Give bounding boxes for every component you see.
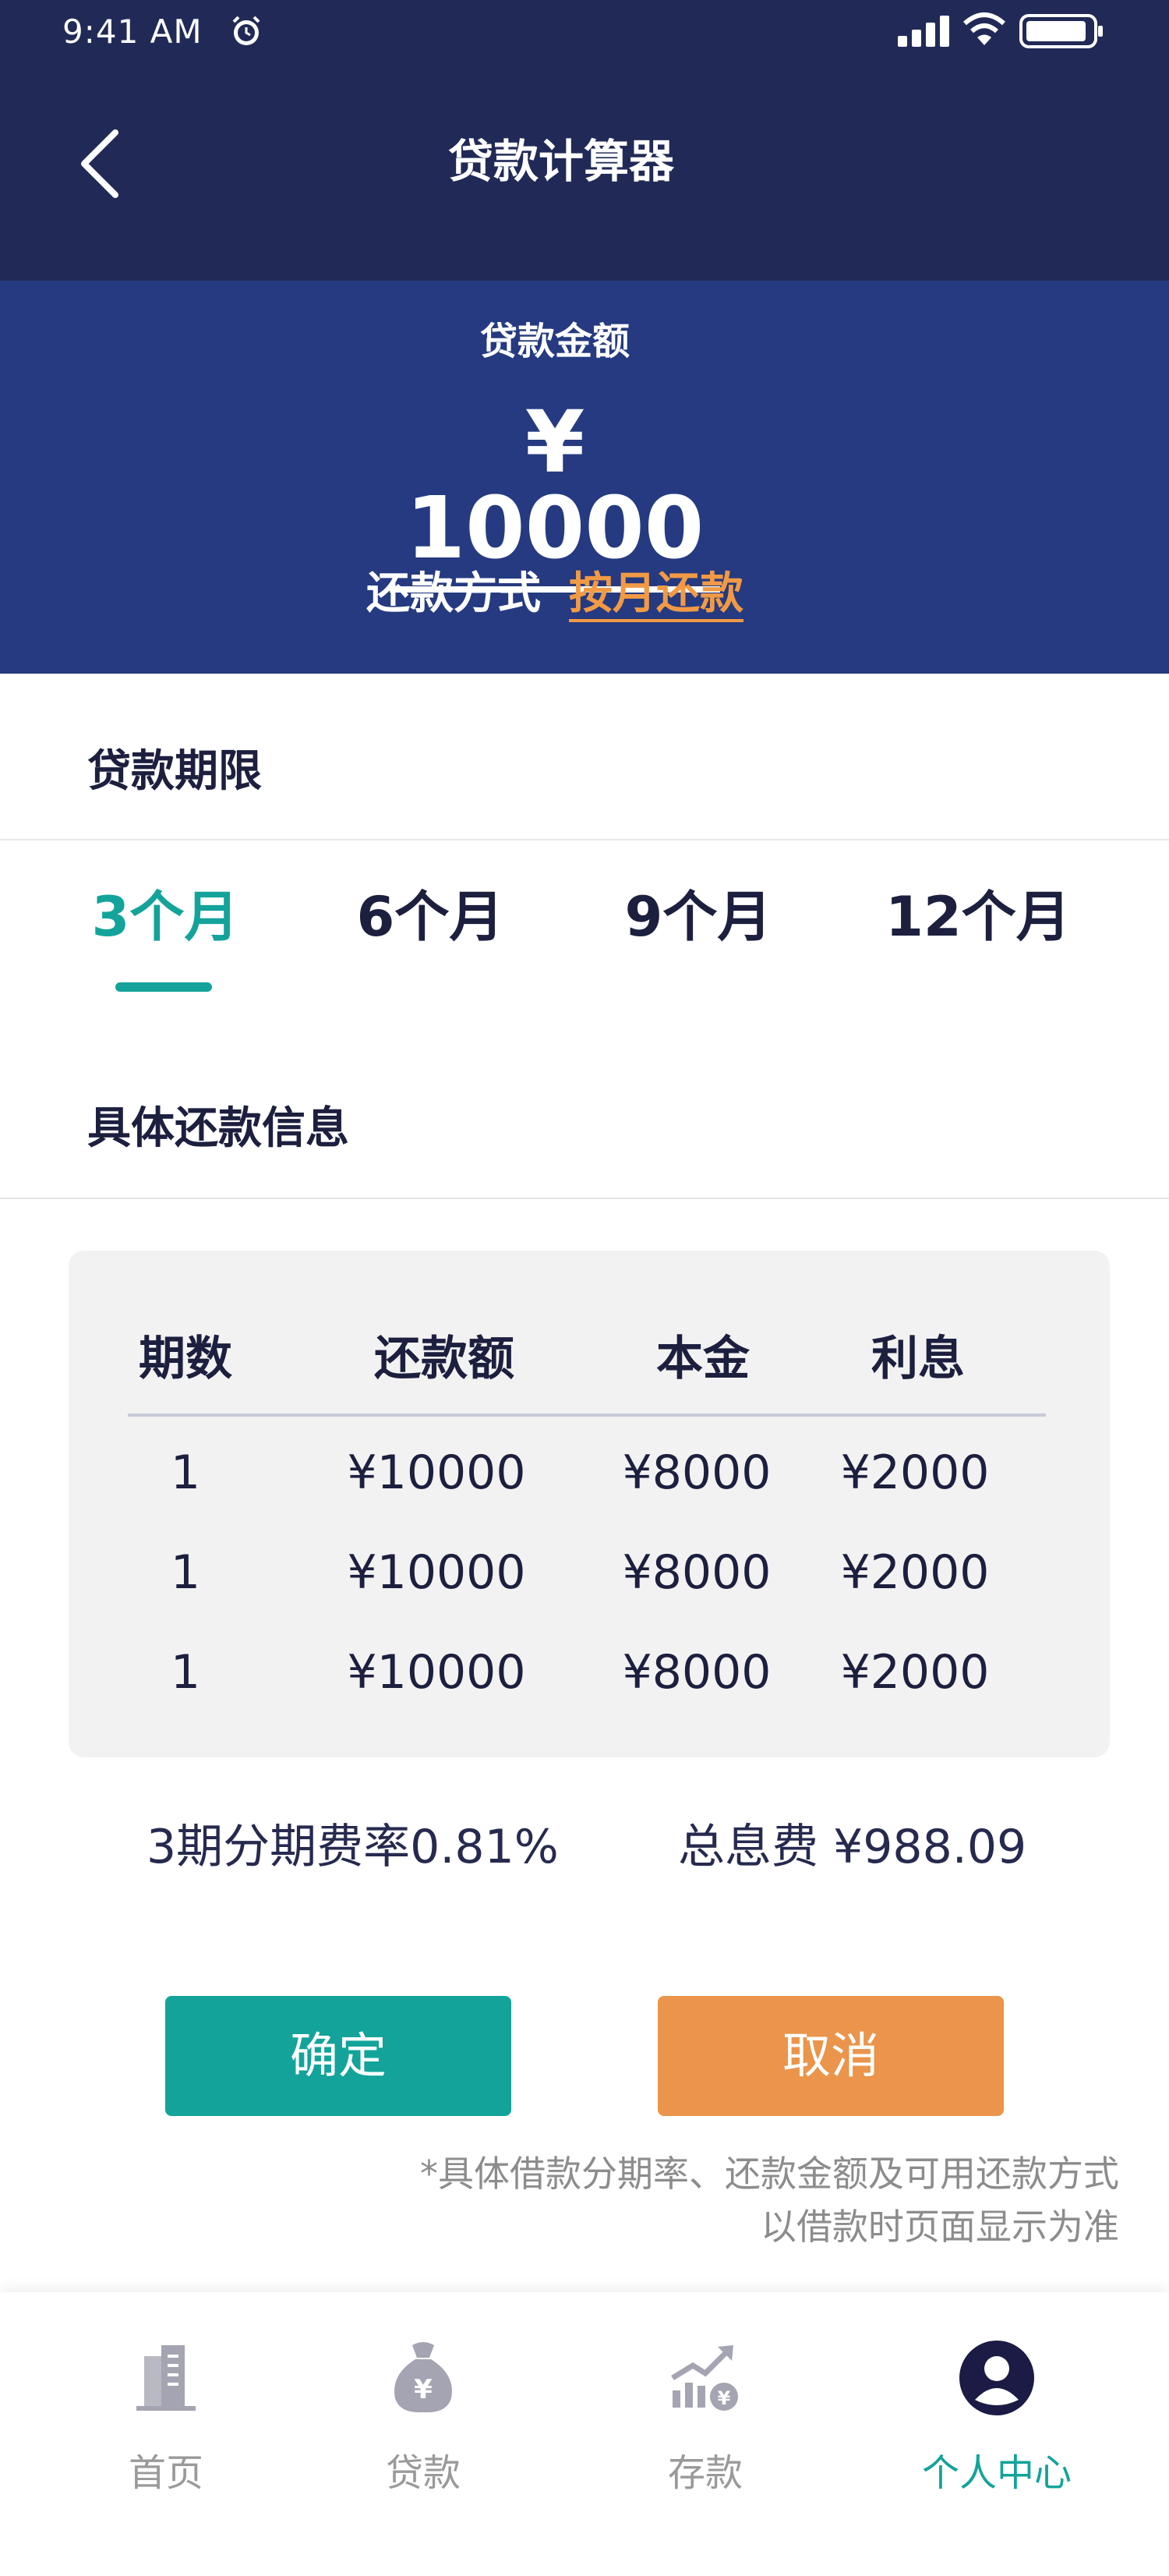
tabbar-label-loan: 贷款 <box>385 2451 461 2495</box>
table-header-interest: 利息 <box>871 1332 965 1386</box>
cell-interest: ¥2000 <box>840 1645 990 1700</box>
loan-amount-panel: 贷款金额 ¥ 10000 还款方式 按月还款 <box>0 281 1169 674</box>
cell-interest: ¥2000 <box>840 1445 990 1500</box>
tabbar-item-home[interactable]: 首页 <box>69 2292 263 2526</box>
table-header-period: 期数 <box>139 1332 232 1386</box>
page-title: 贷款计算器 <box>447 135 674 188</box>
svg-text:¥: ¥ <box>718 2387 731 2409</box>
repayment-method-select[interactable]: 按月还款 <box>569 568 743 622</box>
growth-chart-icon: ¥ <box>671 2345 738 2411</box>
tabbar-label-deposit: 存款 <box>667 2451 743 2495</box>
tab-12-months[interactable]: 12个月 <box>881 873 1075 952</box>
bottom-tab-bar: 首页 ¥ 贷款 ¥ 存款 个人中心 <box>0 2292 1169 2576</box>
alarm-icon <box>232 16 260 45</box>
cellular-signal-icon <box>898 16 949 47</box>
tab-active-indicator <box>115 982 212 992</box>
cell-principal: ¥8000 <box>622 1645 772 1700</box>
tabbar-label-profile: 个人中心 <box>921 2451 1072 2495</box>
table-header-principal: 本金 <box>656 1332 750 1386</box>
disclaimer-line-1: *具体借款分期率、还款金额及可用还款方式 <box>420 2153 1119 2195</box>
cancel-button[interactable]: 取消 <box>658 1996 1004 2116</box>
tab-6-months[interactable]: 6个月 <box>352 873 508 952</box>
building-icon <box>136 2345 196 2411</box>
top-navigation-bar: 9:41 AM 贷款计算器 <box>0 0 1169 281</box>
cell-period: 1 <box>170 1445 201 1500</box>
battery-icon <box>1019 14 1103 48</box>
repayment-method-row: 还款方式 按月还款 <box>0 558 1110 622</box>
tab-9-months[interactable]: 9个月 <box>620 873 776 952</box>
wifi-icon <box>963 12 1005 45</box>
cell-principal: ¥8000 <box>622 1545 772 1600</box>
cell-principal: ¥8000 <box>622 1445 772 1500</box>
tabbar-item-loan[interactable]: ¥ 贷款 <box>326 2292 521 2526</box>
divider <box>0 839 1169 840</box>
loan-term-title: 贷款期限 <box>87 746 262 797</box>
tabbar-item-deposit[interactable]: ¥ 存款 <box>608 2292 803 2526</box>
tabbar-item-profile[interactable]: 个人中心 <box>899 2292 1094 2526</box>
cell-interest: ¥2000 <box>840 1545 990 1600</box>
repayment-method-label: 还款方式 <box>366 568 541 619</box>
user-profile-icon <box>959 2341 1034 2415</box>
svg-text:¥: ¥ <box>414 2374 433 2405</box>
status-time: 9:41 AM <box>62 12 203 51</box>
installment-rate-text: 3期分期费率0.81% <box>147 1820 559 1874</box>
disclaimer-line-2: 以借款时页面显示为准 <box>761 2206 1119 2248</box>
cell-period: 1 <box>170 1545 201 1600</box>
table-header-divider <box>128 1414 1046 1417</box>
total-interest-text: 总息费 ¥988.09 <box>678 1820 1027 1874</box>
repayment-detail-title: 具体还款信息 <box>87 1103 349 1154</box>
confirm-button[interactable]: 确定 <box>165 1996 511 2116</box>
status-bar: 9:41 AM <box>0 0 1169 67</box>
cell-period: 1 <box>170 1645 201 1700</box>
tab-3-months[interactable]: 3个月 <box>87 873 243 952</box>
repayment-table: 期数 还款额 本金 利息 1 ¥10000 ¥8000 ¥2000 1 ¥100… <box>69 1251 1110 1757</box>
loan-term-tabs: 3个月 6个月 9个月 12个月 <box>0 873 1169 998</box>
amount-label: 贷款金额 <box>479 320 630 363</box>
table-header-repayment: 还款额 <box>374 1332 514 1386</box>
cell-repayment: ¥10000 <box>347 1445 526 1500</box>
money-bag-icon: ¥ <box>394 2342 452 2413</box>
tabbar-label-home: 首页 <box>128 2451 203 2495</box>
cell-repayment: ¥10000 <box>347 1645 526 1700</box>
cell-repayment: ¥10000 <box>347 1545 526 1600</box>
divider <box>0 1198 1169 1199</box>
